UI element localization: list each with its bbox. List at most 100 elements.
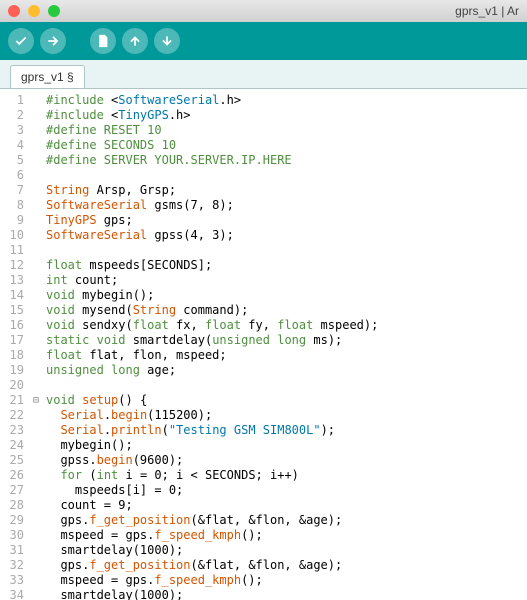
check-icon (14, 34, 28, 48)
save-sketch-button[interactable] (154, 28, 180, 54)
fold-marker (30, 138, 42, 153)
fold-marker (30, 348, 42, 363)
code-line[interactable]: void mysend(String command); (46, 303, 527, 318)
line-number: 15 (4, 303, 24, 318)
code-line[interactable]: TinyGPS gps; (46, 213, 527, 228)
code-line[interactable] (46, 243, 527, 258)
fold-marker (30, 123, 42, 138)
fold-marker (30, 363, 42, 378)
open-sketch-button[interactable] (122, 28, 148, 54)
line-number: 29 (4, 513, 24, 528)
code-line[interactable]: Serial.println("Testing GSM SIM800L"); (46, 423, 527, 438)
code-line[interactable]: gps.f_get_position(&flat, &flon, &age); (46, 513, 527, 528)
fold-marker (30, 408, 42, 423)
code-line[interactable] (46, 168, 527, 183)
code-line[interactable]: void mybegin(); (46, 288, 527, 303)
fold-marker (30, 93, 42, 108)
tab-gprs-v1[interactable]: gprs_v1 § (10, 65, 85, 88)
fold-marker (30, 288, 42, 303)
arrow-up-icon (128, 34, 142, 48)
toolbar (0, 22, 527, 60)
line-number: 4 (4, 138, 24, 153)
code-line[interactable] (46, 378, 527, 393)
code-line[interactable]: smartdelay(1000); (46, 588, 527, 600)
fold-marker (30, 258, 42, 273)
line-number: 22 (4, 408, 24, 423)
line-number-gutter: 1234567891011121314151617181920212223242… (0, 89, 30, 600)
code-line[interactable]: #define SERVER YOUR.SERVER.IP.HERE (46, 153, 527, 168)
fold-marker (30, 303, 42, 318)
code-line[interactable]: #define RESET 10 (46, 123, 527, 138)
tab-bar: gprs_v1 § (0, 60, 527, 88)
window-title: gprs_v1 | Ar (455, 4, 519, 18)
code-line[interactable]: float mspeeds[SECONDS]; (46, 258, 527, 273)
code-line[interactable]: unsigned long age; (46, 363, 527, 378)
fold-marker (30, 243, 42, 258)
fold-marker (30, 168, 42, 183)
code-line[interactable]: mspeeds[i] = 0; (46, 483, 527, 498)
line-number: 32 (4, 558, 24, 573)
fold-marker (30, 498, 42, 513)
file-icon (96, 34, 110, 48)
code-line[interactable]: #include <SoftwareSerial.h> (46, 93, 527, 108)
line-number: 1 (4, 93, 24, 108)
line-number: 34 (4, 588, 24, 600)
code-line[interactable]: int count; (46, 273, 527, 288)
minimize-window-button[interactable] (28, 5, 40, 17)
code-line[interactable]: Serial.begin(115200); (46, 408, 527, 423)
fold-gutter[interactable]: ⊟⊟ (30, 89, 42, 600)
code-editor[interactable]: 1234567891011121314151617181920212223242… (0, 88, 527, 600)
code-line[interactable]: SoftwareSerial gpss(4, 3); (46, 228, 527, 243)
fold-marker (30, 513, 42, 528)
fold-marker (30, 528, 42, 543)
line-number: 33 (4, 573, 24, 588)
line-number: 23 (4, 423, 24, 438)
code-line[interactable]: String Arsp, Grsp; (46, 183, 527, 198)
code-line[interactable]: mybegin(); (46, 438, 527, 453)
upload-button[interactable] (40, 28, 66, 54)
code-line[interactable]: #include <TinyGPS.h> (46, 108, 527, 123)
line-number: 25 (4, 453, 24, 468)
code-line[interactable]: mspeed = gps.f_speed_kmph(); (46, 573, 527, 588)
fold-marker (30, 318, 42, 333)
code-line[interactable]: float flat, flon, mspeed; (46, 348, 527, 363)
code-line[interactable]: gpss.begin(9600); (46, 453, 527, 468)
fold-marker (30, 468, 42, 483)
code-line[interactable]: SoftwareSerial gsms(7, 8); (46, 198, 527, 213)
line-number: 9 (4, 213, 24, 228)
line-number: 16 (4, 318, 24, 333)
code-area[interactable]: #include <SoftwareSerial.h>#include <Tin… (42, 89, 527, 600)
line-number: 28 (4, 498, 24, 513)
line-number: 3 (4, 123, 24, 138)
code-line[interactable]: for (int i = 0; i < SECONDS; i++) (46, 468, 527, 483)
line-number: 8 (4, 198, 24, 213)
fold-marker (30, 183, 42, 198)
traffic-lights (8, 5, 60, 17)
maximize-window-button[interactable] (48, 5, 60, 17)
close-window-button[interactable] (8, 5, 20, 17)
fold-marker (30, 213, 42, 228)
line-number: 6 (4, 168, 24, 183)
line-number: 12 (4, 258, 24, 273)
fold-marker (30, 558, 42, 573)
code-line[interactable]: mspeed = gps.f_speed_kmph(); (46, 528, 527, 543)
code-line[interactable]: static void smartdelay(unsigned long ms)… (46, 333, 527, 348)
code-line[interactable]: gps.f_get_position(&flat, &flon, &age); (46, 558, 527, 573)
code-line[interactable]: count = 9; (46, 498, 527, 513)
fold-marker (30, 333, 42, 348)
arrow-down-icon (160, 34, 174, 48)
line-number: 21 (4, 393, 24, 408)
code-line[interactable]: #define SECONDS 10 (46, 138, 527, 153)
code-line[interactable]: void setup() { (46, 393, 527, 408)
fold-marker[interactable]: ⊟ (30, 393, 42, 408)
verify-button[interactable] (8, 28, 34, 54)
line-number: 13 (4, 273, 24, 288)
line-number: 2 (4, 108, 24, 123)
line-number: 26 (4, 468, 24, 483)
code-line[interactable]: smartdelay(1000); (46, 543, 527, 558)
fold-marker (30, 108, 42, 123)
line-number: 24 (4, 438, 24, 453)
new-sketch-button[interactable] (90, 28, 116, 54)
code-line[interactable]: void sendxy(float fx, float fy, float ms… (46, 318, 527, 333)
fold-marker (30, 483, 42, 498)
